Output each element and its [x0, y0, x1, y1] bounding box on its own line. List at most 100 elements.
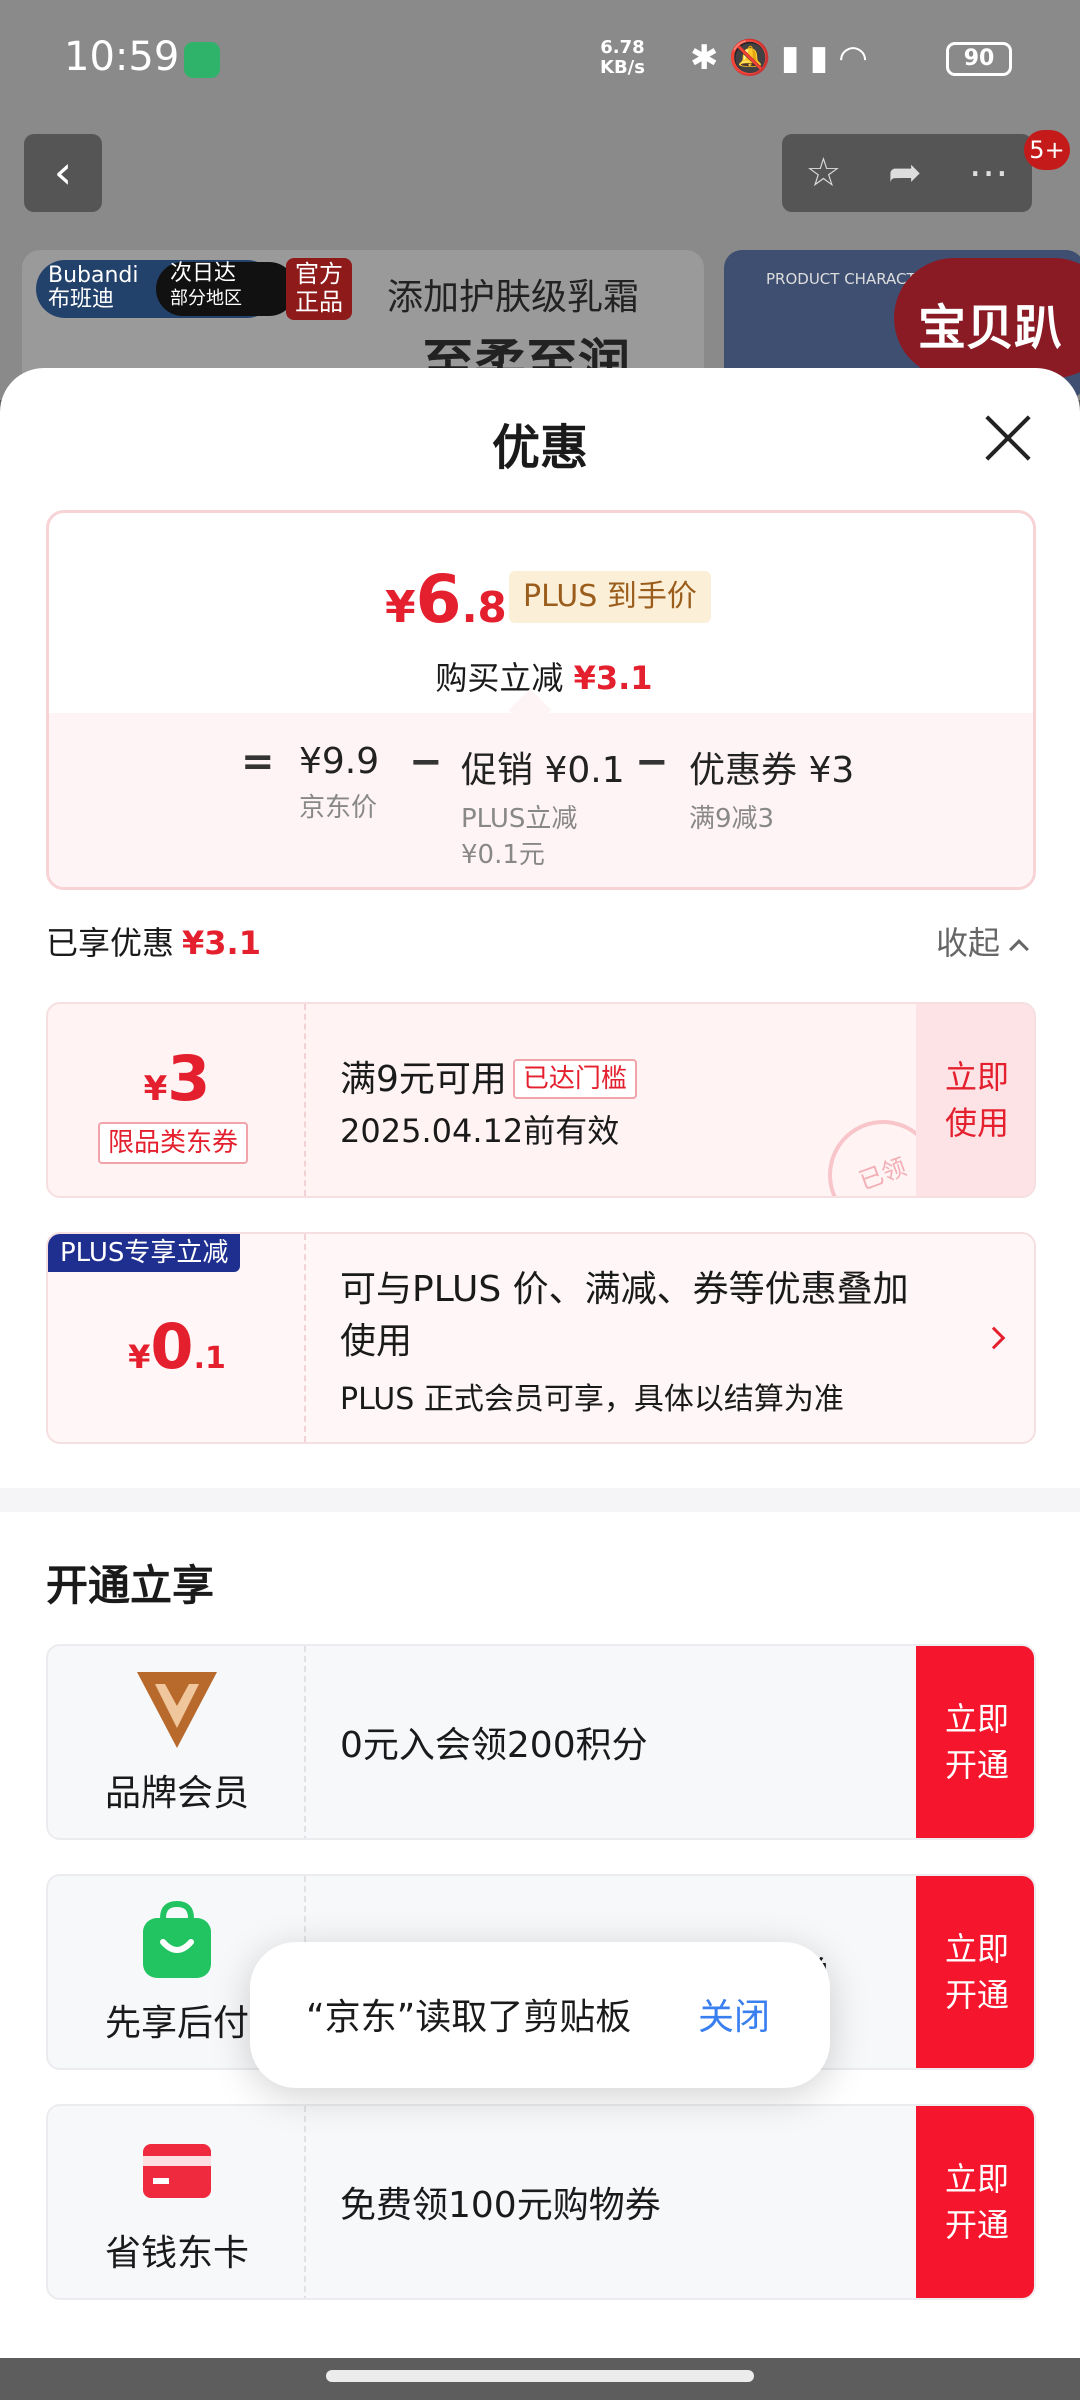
- side-banner-title: 宝贝趴: [894, 258, 1080, 378]
- saving-card-label: 省钱东卡: [104, 2233, 249, 2274]
- brand-member-label: 品牌会员: [104, 1773, 249, 1814]
- next-day-label: 次日达: [170, 261, 237, 286]
- promotion-amount: ¥0.1元: [461, 840, 545, 870]
- jd-price-label: 京东价: [299, 793, 378, 823]
- chevron-right-icon[interactable]: [982, 1326, 1006, 1350]
- close-icon[interactable]: [982, 412, 1034, 464]
- open-button-line1: 立即: [944, 2160, 1009, 2198]
- message-count-badge: 5+: [1024, 130, 1070, 170]
- open-saving-card-button[interactable]: 立即 开通: [916, 2106, 1034, 2298]
- wifi-icon: ◠: [838, 38, 878, 78]
- plus-price-tag: PLUS 到手价: [509, 571, 711, 623]
- brand-member-row[interactable]: 品牌会员 0元入会领200积分 立即 开通: [46, 1644, 1036, 1840]
- minus-sign: −: [635, 739, 669, 785]
- network-speed-unit: KB/s: [600, 57, 645, 78]
- reduction-label: 购买立减: [435, 659, 564, 697]
- status-time: 10:59: [64, 34, 180, 80]
- toast-close-button[interactable]: 关闭: [698, 1988, 770, 2040]
- brand-name-en: Bubandi: [48, 263, 139, 288]
- more-icon[interactable]: ⋯: [969, 150, 1009, 196]
- banner-headline: 添加护肤级乳霜: [387, 277, 640, 318]
- card-icon: [137, 2130, 217, 2210]
- collapse-label: 收起: [936, 924, 1001, 962]
- home-indicator[interactable]: [326, 2370, 754, 2382]
- background-page: 10:59 6.78 KB/s ✱🔕▮▮◠ 90 ‹ ☆ ➦ ⋯ 5+ Buba…: [0, 0, 1080, 400]
- open-pay-later-button[interactable]: 立即 开通: [916, 1876, 1034, 2068]
- shopping-bag-icon: [137, 1900, 217, 1980]
- promotion-label: PLUS立减: [461, 804, 578, 834]
- brand-member-left: 品牌会员: [48, 1646, 306, 1838]
- coupon-amount-area: ¥3 限品类东券: [48, 1004, 306, 1196]
- equals-sign: =: [241, 739, 275, 785]
- plus-discount-title: 可与PLUS 价、满减、券等优惠叠加使用: [340, 1269, 909, 1362]
- chevron-up-icon: [1009, 939, 1029, 959]
- final-price-area: ¥6.8 PLUS 到手价 购买立减 ¥3.1: [49, 513, 1033, 713]
- coupon-rule: 满9减3: [689, 804, 775, 834]
- toast-message: “京东”读取了剪贴板: [306, 1997, 632, 2038]
- saving-card-left: 省钱东卡: [48, 2106, 306, 2298]
- mute-icon: 🔕: [728, 38, 781, 78]
- plus-discount-desc: PLUS 正式会员可享，具体以结算为准: [340, 1382, 844, 1417]
- final-price-yen: ¥: [385, 582, 416, 633]
- favorite-star-icon[interactable]: ☆: [805, 150, 841, 196]
- top-actions: ☆ ➦ ⋯: [782, 134, 1032, 212]
- brand-member-icon: [137, 1670, 217, 1750]
- saving-card-offer: 免费领100元购物券: [340, 2185, 661, 2226]
- open-button-line2: 开通: [944, 2206, 1009, 2244]
- plus-discount-card[interactable]: ¥0.1 PLUS专享立减 可与PLUS 价、满减、券等优惠叠加使用 PLUS …: [46, 1232, 1036, 1444]
- share-icon[interactable]: ➦: [888, 150, 922, 196]
- coupon-type-label: 限品类东券: [98, 1122, 249, 1164]
- threshold-reached-tag: 已达门槛: [512, 1059, 637, 1099]
- collapse-toggle[interactable]: 收起: [936, 918, 1029, 964]
- open-button-line1: 立即: [944, 1930, 1009, 1968]
- promotion-sub: PLUS立减 ¥0.1元: [461, 801, 625, 873]
- coupon-validity: 2025.04.12前有效: [340, 1112, 620, 1150]
- open-brand-member-button[interactable]: 立即 开通: [916, 1646, 1034, 1838]
- coupon-value: 优惠券 ¥3: [689, 750, 855, 791]
- use-now-button[interactable]: 立即 使用: [916, 1004, 1034, 1196]
- open-button-line2: 开通: [944, 1976, 1009, 2014]
- status-icons: ✱🔕▮▮◠: [690, 38, 878, 78]
- battery-indicator: 90: [946, 42, 1012, 76]
- breakdown-item-jd-price: ¥9.9 京东价: [299, 741, 379, 826]
- clipboard-toast: “京东”读取了剪贴板 关闭: [250, 1942, 830, 2088]
- coupon-amount: ¥3: [48, 1042, 306, 1115]
- coupon-condition: 满9元可用 已达门槛: [340, 1050, 637, 1102]
- saving-card-row[interactable]: 省钱东卡 免费领100元购物券 立即 开通: [46, 2104, 1036, 2300]
- promotion-value: 促销 ¥0.1: [461, 750, 625, 791]
- plus-yen: ¥: [128, 1338, 151, 1376]
- final-price-dec: .8: [461, 583, 507, 632]
- signal-hd-2-icon: ▮: [809, 38, 839, 78]
- plus-amount-dec: .1: [193, 1341, 226, 1376]
- sheet-title: 优惠: [491, 420, 588, 476]
- official-line2: 正品: [295, 288, 343, 316]
- enjoyed-label: 已享优惠: [46, 924, 175, 962]
- jd-price-value: ¥9.9: [299, 741, 380, 782]
- plus-amount: ¥0.1: [48, 1310, 306, 1383]
- network-speed: 6.78 KB/s: [600, 38, 645, 78]
- bluetooth-icon: ✱: [690, 38, 729, 78]
- coupon-card[interactable]: ¥3 限品类东券 满9元可用 已达门槛 2025.04.12前有效 已领 立即 使…: [46, 1002, 1036, 1198]
- open-button-line1: 立即: [944, 1700, 1009, 1738]
- purchase-reduction: 购买立减 ¥3.1: [49, 653, 1033, 699]
- minus-sign: −: [409, 739, 443, 785]
- open-section-title: 开通立享: [46, 1561, 215, 1610]
- final-price: ¥6.8: [385, 561, 507, 638]
- brand-member-offer: 0元入会领200积分: [340, 1725, 648, 1766]
- official-line1: 官方: [295, 260, 343, 288]
- notification-app-icon: [184, 42, 220, 78]
- enjoyed-value: ¥3.1: [182, 924, 261, 962]
- coupon-amount-number: 3: [167, 1042, 211, 1115]
- signal-hd-1-icon: ▮: [780, 38, 810, 78]
- price-summary-card: ¥6.8 PLUS 到手价 购买立减 ¥3.1 = ¥9.9 京东价 − 促销 …: [46, 510, 1036, 890]
- breakdown-item-promotion: 促销 ¥0.1 PLUS立减 ¥0.1元: [461, 741, 625, 873]
- price-breakdown: = ¥9.9 京东价 − 促销 ¥0.1 PLUS立减 ¥0.1元 − 优惠券 ¥…: [49, 713, 1033, 887]
- plus-amount-int: 0: [150, 1310, 194, 1383]
- open-button-line2: 开通: [944, 1746, 1009, 1784]
- section-divider: [0, 1488, 1080, 1512]
- coupon-condition-text: 满9元可用: [340, 1059, 507, 1100]
- reduction-value: ¥3.1: [573, 659, 653, 697]
- next-day-sub: 部分地区: [170, 288, 242, 309]
- status-bar: 10:59 6.78 KB/s ✱🔕▮▮◠ 90: [0, 0, 1080, 118]
- back-button[interactable]: ‹: [24, 134, 102, 212]
